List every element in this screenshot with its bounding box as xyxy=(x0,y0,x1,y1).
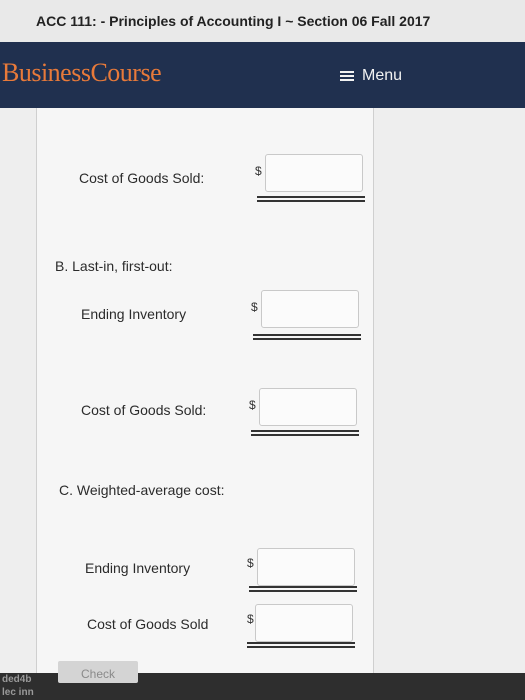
b-ending-inventory-label: Ending Inventory xyxy=(81,306,187,322)
hamburger-icon xyxy=(340,70,354,82)
c-cogs-label: Cost of Goods Sold xyxy=(87,616,209,632)
sidebar-fragment: ded4b xyxy=(2,674,32,685)
menu-button[interactable]: Menu xyxy=(340,64,402,88)
b-cogs-input[interactable] xyxy=(259,388,357,426)
a-cogs-input[interactable] xyxy=(265,154,363,192)
b-cogs-double-underline xyxy=(251,430,359,436)
browser-title-bar: ACC 111: - Principles of Accounting I ~ … xyxy=(0,0,525,42)
a-cogs-double-underline xyxy=(257,196,365,202)
b-ending-inventory-input[interactable] xyxy=(261,290,359,328)
a-cogs-currency: $ xyxy=(255,164,262,178)
c-ending-inventory-currency: $ xyxy=(247,556,254,570)
brand-logo[interactable]: BusinessCourse xyxy=(2,58,162,88)
b-cogs-label: Cost of Goods Sold: xyxy=(81,402,207,418)
b-ending-inventory-double-underline xyxy=(253,334,361,340)
question-panel: Cost of Goods Sold: $ B. Last-in, first-… xyxy=(36,108,374,673)
c-cogs-input[interactable] xyxy=(255,604,353,642)
page-title: ACC 111: - Principles of Accounting I ~ … xyxy=(36,13,431,29)
c-ending-inventory-double-underline xyxy=(249,586,357,592)
sidebar-fragment: lec inn xyxy=(2,687,34,698)
c-ending-inventory-label: Ending Inventory xyxy=(85,560,191,576)
c-cogs-currency: $ xyxy=(247,612,254,626)
menu-label: Menu xyxy=(362,67,403,84)
a-cogs-label: Cost of Goods Sold: xyxy=(79,170,205,186)
section-b-heading: B. Last-in, first-out: xyxy=(55,258,173,274)
page-body: Cost of Goods Sold: $ B. Last-in, first-… xyxy=(0,108,525,673)
section-c-heading: C. Weighted-average cost: xyxy=(59,482,225,498)
c-ending-inventory-input[interactable] xyxy=(257,548,355,586)
top-navbar: BusinessCourse Menu xyxy=(0,42,525,108)
b-cogs-currency: $ xyxy=(249,398,256,412)
check-button[interactable]: Check xyxy=(58,661,138,683)
b-ending-inventory-currency: $ xyxy=(251,300,258,314)
c-cogs-double-underline xyxy=(247,642,355,648)
